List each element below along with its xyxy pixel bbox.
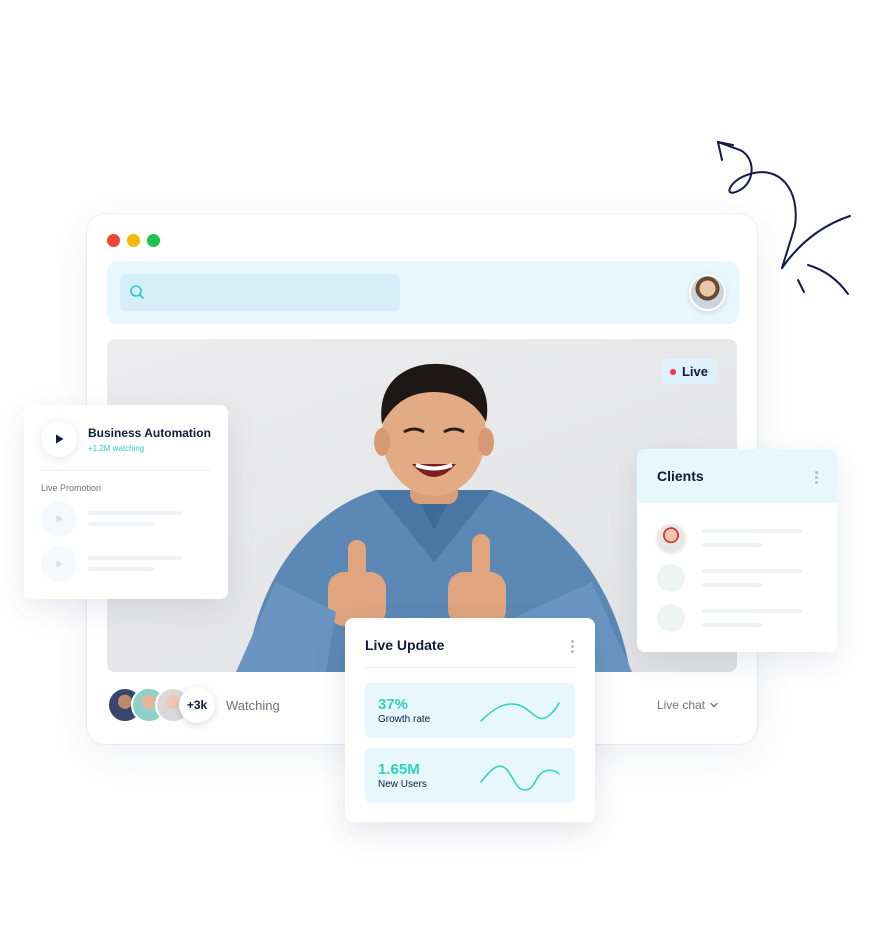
card-title: Business Automation [88, 426, 211, 440]
placeholder-line [702, 543, 762, 547]
search-icon [130, 285, 144, 299]
live-dot-icon [669, 368, 676, 375]
close-dot-icon[interactable] [107, 234, 120, 247]
clients-title: Clients [657, 468, 704, 484]
chevron-down-icon [710, 702, 718, 708]
stat-label: New Users [378, 779, 427, 790]
window-controls [107, 234, 160, 247]
placeholder-line [88, 567, 154, 571]
placeholder-line [88, 556, 182, 560]
more-options-icon[interactable] [571, 640, 575, 653]
clients-header: Clients [637, 449, 837, 503]
play-icon [56, 515, 63, 523]
stat-growth-rate: 37% Growth rate [365, 683, 575, 738]
live-label: Live [681, 364, 708, 379]
placeholder-line [88, 511, 182, 515]
business-automation-card: Business Automation +1.2M watching Live … [24, 405, 228, 599]
placeholder-line [702, 583, 762, 587]
client-avatar[interactable] [657, 604, 685, 632]
watching-label: Watching [226, 698, 280, 713]
viewer-avatars: +3k [107, 687, 215, 723]
section-label: Live Promotion [41, 483, 102, 493]
play-icon [56, 434, 64, 444]
stat-value: 1.65M [378, 761, 420, 778]
live-badge: Live [660, 359, 717, 384]
viewer-count-badge: +3k [179, 687, 215, 723]
user-avatar[interactable] [689, 274, 726, 311]
stat-label: Growth rate [378, 714, 431, 725]
play-button[interactable] [41, 546, 77, 582]
sparkline-icon [480, 702, 560, 722]
play-icon [56, 560, 63, 568]
placeholder-line [88, 522, 154, 526]
search-input[interactable] [120, 274, 400, 311]
live-update-card: Live Update 37% Growth rate 1.65M New Us… [345, 618, 595, 822]
live-chat-label: Live chat [656, 698, 705, 712]
more-options-icon[interactable] [815, 471, 819, 484]
placeholder-line [702, 623, 762, 627]
placeholder-line [702, 569, 802, 573]
watching-count: +1.2M watching [88, 444, 145, 453]
client-avatar[interactable] [657, 564, 685, 592]
minimize-dot-icon[interactable] [127, 234, 140, 247]
divider [365, 667, 575, 668]
top-bar [107, 261, 739, 324]
stat-value: 37% [378, 696, 409, 713]
live-update-title: Live Update [365, 637, 445, 653]
play-button[interactable] [41, 501, 77, 537]
placeholder-line [702, 529, 802, 533]
divider [40, 470, 212, 471]
maximize-dot-icon[interactable] [147, 234, 160, 247]
play-button[interactable] [41, 421, 77, 457]
clients-card: Clients [637, 449, 837, 652]
sparkline-icon [480, 765, 560, 791]
client-avatar[interactable] [657, 524, 685, 552]
stat-new-users: 1.65M New Users [365, 748, 575, 803]
placeholder-line [702, 609, 802, 613]
live-chat-toggle[interactable]: Live chat [657, 698, 719, 712]
